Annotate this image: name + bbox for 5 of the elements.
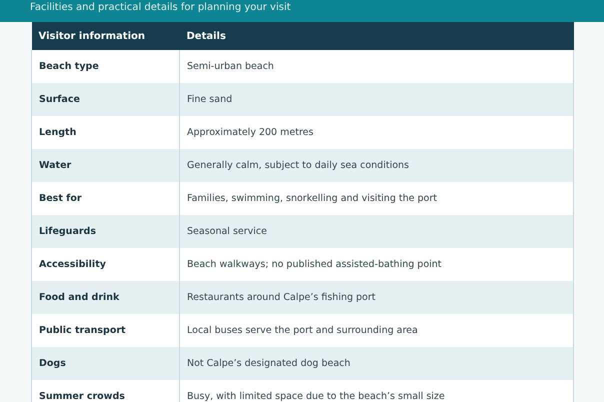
page-subtitle: Facilities and practical details for planning your visit	[30, 1, 291, 14]
column-header: Details	[180, 22, 574, 50]
column-header: Visitor information	[32, 22, 180, 50]
table-cell: Summer crowds	[32, 380, 180, 402]
table-cell: Busy, with limited space due to the beach’s small size	[180, 380, 574, 402]
